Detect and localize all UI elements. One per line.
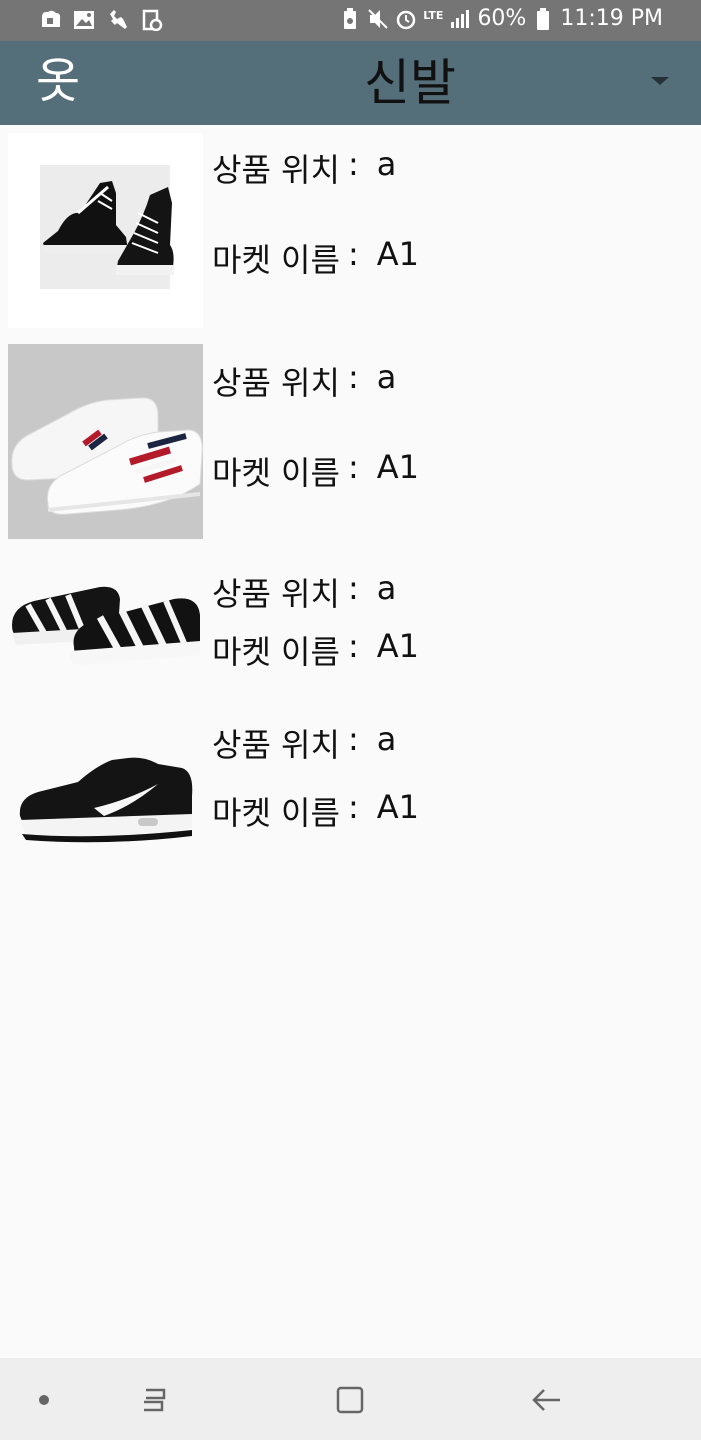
app-bar: 옷 신발 (0, 41, 701, 125)
signal-icon (449, 7, 471, 31)
battery-percent: 60% (477, 6, 527, 31)
location-label: 상품 위치 (212, 151, 340, 189)
file-sync-icon (140, 8, 164, 32)
home-icon[interactable] (330, 1380, 370, 1420)
market-label: 마켓 이름 (212, 454, 340, 492)
category-title[interactable]: 신발 (300, 49, 520, 117)
recent-apps-icon[interactable] (134, 1380, 174, 1420)
black-running-shoe-image (19, 757, 193, 843)
wrench-icon (106, 8, 130, 32)
back-icon[interactable] (526, 1380, 566, 1420)
product-image (8, 555, 203, 691)
market-value: A1 (376, 627, 419, 665)
location-value: a (376, 358, 397, 396)
dot-icon[interactable] (24, 1380, 64, 1420)
product-image (8, 133, 203, 328)
market-value: A1 (376, 448, 419, 486)
market-value: A1 (376, 235, 419, 273)
product-image (8, 344, 203, 539)
location-row: 상품 위치: a (212, 358, 396, 404)
market-row: 마켓 이름: A1 (212, 235, 419, 281)
location-label: 상품 위치 (212, 726, 340, 764)
product-image (8, 706, 203, 862)
separator: : (347, 720, 359, 758)
black-white-strap-slip-ons-image (12, 586, 200, 665)
image-icon (72, 8, 96, 32)
separator: : (347, 145, 359, 183)
clothes-tab[interactable]: 옷 (36, 49, 80, 113)
black-high-top-sneakers-image (40, 165, 174, 289)
separator: : (347, 235, 359, 273)
battery-saver-icon (339, 7, 361, 31)
battery-icon (532, 7, 554, 31)
location-row: 상품 위치: a (212, 569, 396, 615)
notification-icons (38, 8, 164, 32)
market-row: 마켓 이름: A1 (212, 448, 419, 494)
caret-down-icon[interactable] (651, 77, 669, 85)
location-label: 상품 위치 (212, 364, 340, 402)
market-value: A1 (376, 788, 419, 826)
status-bar: LTE 60% 11:19 PM (0, 0, 701, 41)
market-label: 마켓 이름 (212, 794, 340, 832)
location-row: 상품 위치: a (212, 720, 396, 766)
market-label: 마켓 이름 (212, 633, 340, 671)
white-striped-sneakers-image (11, 397, 203, 515)
location-value: a (376, 569, 397, 607)
alarm-icon (395, 7, 417, 31)
market-row: 마켓 이름: A1 (212, 627, 419, 673)
separator: : (347, 627, 359, 665)
separator: : (347, 788, 359, 826)
system-indicators: LTE 60% 11:19 PM (339, 6, 663, 31)
location-value: a (376, 720, 397, 758)
separator: : (347, 448, 359, 486)
market-row: 마켓 이름: A1 (212, 788, 419, 834)
separator: : (347, 358, 359, 396)
location-row: 상품 위치: a (212, 145, 396, 191)
separator: : (347, 569, 359, 607)
clock: 11:19 PM (560, 6, 663, 31)
network-type: LTE (423, 9, 444, 22)
system-nav-bar (0, 1358, 701, 1440)
mute-icon (367, 7, 389, 31)
cloud-shield-icon (38, 8, 62, 32)
location-value: a (376, 145, 397, 183)
location-label: 상품 위치 (212, 575, 340, 613)
market-label: 마켓 이름 (212, 241, 340, 279)
